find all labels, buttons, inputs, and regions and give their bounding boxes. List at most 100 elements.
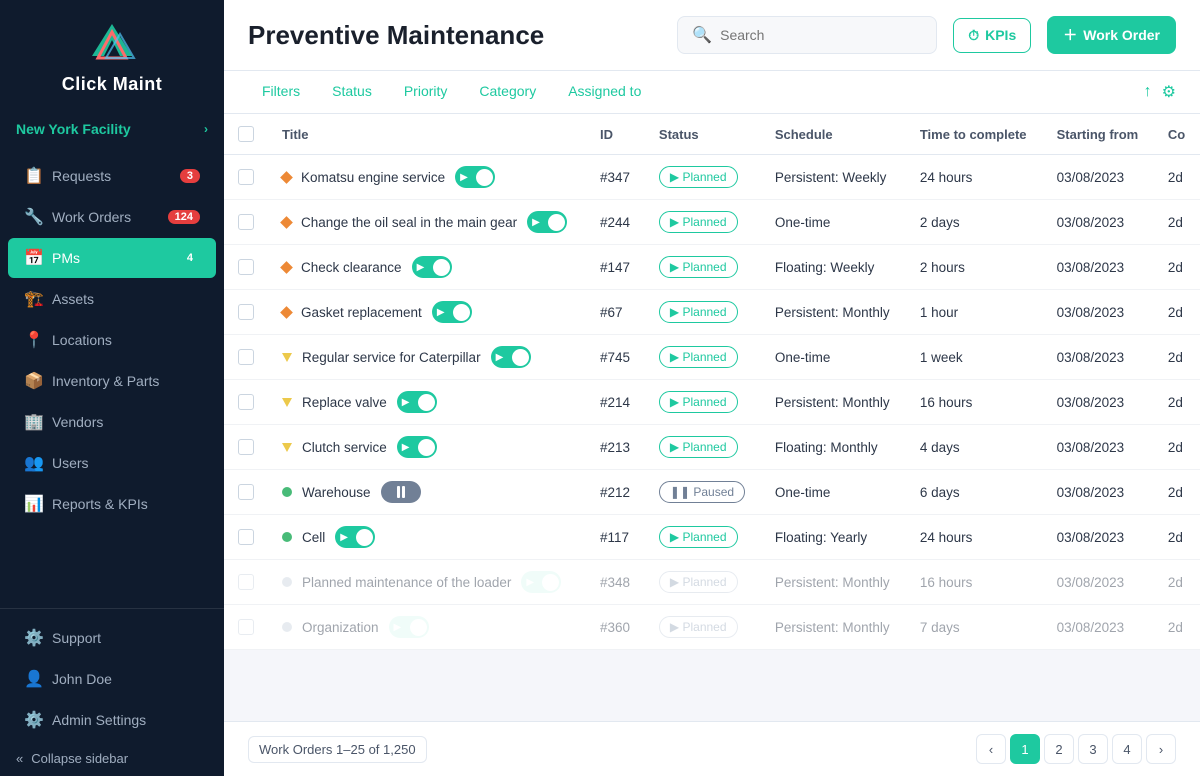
row-starting: 03/08/2023 — [1043, 335, 1154, 380]
sidebar-item-user[interactable]: 👤 John Doe — [8, 659, 216, 699]
table-row: Gasket replacement▶#67▶ PlannedPersisten… — [224, 290, 1200, 335]
avatar: 👤 — [24, 669, 42, 689]
row-title: Change the oil seal in the main gear — [301, 215, 517, 230]
settings-icon[interactable]: ⚙ — [1162, 82, 1176, 102]
pm-toggle[interactable]: ▶ — [527, 211, 567, 233]
status-badge: ▶ Planned — [659, 526, 738, 548]
reports-icon: 📊 — [24, 494, 42, 514]
sidebar-item-inventory[interactable]: 📦 Inventory & Parts — [8, 361, 216, 401]
play-icon: ▶ — [460, 172, 468, 183]
filter-status[interactable]: Status — [318, 71, 386, 113]
filter-assigned-to[interactable]: Assigned to — [554, 71, 655, 113]
pm-toggle[interactable]: ▶ — [521, 571, 561, 593]
page-1-button[interactable]: 1 — [1010, 734, 1040, 764]
row-time: 24 hours — [906, 515, 1043, 560]
sidebar-item-locations[interactable]: 📍 Locations — [8, 320, 216, 360]
row-title: Komatsu engine service — [301, 170, 445, 185]
row-checkbox[interactable] — [238, 259, 254, 275]
work-orders-badge: 124 — [168, 210, 200, 224]
sidebar-item-pms[interactable]: 📅 PMs 4 — [8, 238, 216, 278]
page-3-button[interactable]: 3 — [1078, 734, 1108, 764]
work-orders-icon: 🔧 — [24, 207, 42, 227]
row-starting: 03/08/2023 — [1043, 200, 1154, 245]
kpi-button[interactable]: ⏱ KPIs — [953, 18, 1031, 53]
pm-toggle[interactable]: ▶ — [335, 526, 375, 548]
row-checkbox[interactable] — [238, 349, 254, 365]
pm-toggle[interactable]: ▶ — [397, 436, 437, 458]
sidebar-item-users[interactable]: 👥 Users — [8, 443, 216, 483]
row-co: 2d — [1154, 245, 1200, 290]
row-checkbox[interactable] — [238, 439, 254, 455]
pm-toggle[interactable]: ▶ — [389, 616, 429, 638]
filters-bar: Filters Status Priority Category Assigne… — [224, 71, 1200, 114]
sidebar-item-reports[interactable]: 📊 Reports & KPIs — [8, 484, 216, 524]
status-badge: ▶ Planned — [659, 571, 738, 593]
filter-filters[interactable]: Filters — [248, 71, 314, 113]
row-id: #67 — [586, 290, 645, 335]
pm-toggle[interactable]: ▶ — [397, 391, 437, 413]
select-all-checkbox[interactable] — [238, 126, 254, 142]
row-title: Replace valve — [302, 395, 387, 410]
work-order-button[interactable]: ＋ Work Order — [1047, 16, 1176, 54]
page-2-button[interactable]: 2 — [1044, 734, 1074, 764]
next-page-button[interactable]: › — [1146, 734, 1176, 764]
pm-toggle[interactable]: ▶ — [432, 301, 472, 323]
facility-selector[interactable]: New York Facility › — [0, 111, 224, 147]
pm-toggle[interactable]: ▶ — [455, 166, 495, 188]
priority-indicator — [282, 398, 292, 407]
page-4-button[interactable]: 4 — [1112, 734, 1142, 764]
status-badge: ▶ Planned — [659, 166, 738, 188]
sidebar-item-label: Reports & KPIs — [52, 496, 148, 512]
row-id: #213 — [586, 425, 645, 470]
row-checkbox[interactable] — [238, 619, 254, 635]
status-badge: ▶ Planned — [659, 256, 738, 278]
filter-category[interactable]: Category — [465, 71, 550, 113]
sidebar-item-label: Assets — [52, 291, 94, 307]
prev-page-button[interactable]: ‹ — [976, 734, 1006, 764]
row-checkbox[interactable] — [238, 484, 254, 500]
priority-indicator — [280, 261, 293, 274]
row-title-cell: Cell ▶ — [268, 515, 586, 560]
sidebar-item-label: Vendors — [52, 414, 103, 430]
users-icon: 👥 — [24, 453, 42, 473]
pm-toggle[interactable] — [381, 481, 421, 503]
row-checkbox[interactable] — [238, 394, 254, 410]
pm-toggle[interactable]: ▶ — [412, 256, 452, 278]
sidebar-item-requests[interactable]: 📋 Requests 3 — [8, 156, 216, 196]
row-co: 2d — [1154, 605, 1200, 650]
status-badge: ▶ Planned — [659, 346, 738, 368]
chevron-right-icon: › — [204, 122, 208, 136]
row-checkbox[interactable] — [238, 214, 254, 230]
play-icon: ▶ — [532, 217, 540, 228]
pagination: ‹ 1 2 3 4 › — [976, 734, 1176, 764]
sidebar-item-work-orders[interactable]: 🔧 Work Orders 124 — [8, 197, 216, 237]
pm-toggle[interactable]: ▶ — [491, 346, 531, 368]
row-checkbox[interactable] — [238, 529, 254, 545]
sidebar-item-assets[interactable]: 🏗️ Assets — [8, 279, 216, 319]
sidebar-item-vendors[interactable]: 🏢 Vendors — [8, 402, 216, 442]
row-status: ▶ Planned — [645, 200, 761, 245]
row-checkbox[interactable] — [238, 169, 254, 185]
row-starting: 03/08/2023 — [1043, 515, 1154, 560]
pms-badge: 4 — [180, 251, 200, 265]
row-status: ▶ Planned — [645, 560, 761, 605]
row-checkbox[interactable] — [238, 574, 254, 590]
sidebar-item-label: Support — [52, 630, 101, 646]
search-bar[interactable]: 🔍 — [677, 16, 937, 54]
requests-icon: 📋 — [24, 166, 42, 186]
row-title: Cell — [302, 530, 325, 545]
priority-indicator — [280, 171, 293, 184]
sidebar-item-support[interactable]: ⚙️ Support — [8, 618, 216, 658]
search-input[interactable] — [720, 27, 922, 43]
status-badge: ▶ Planned — [659, 436, 738, 458]
pms-icon: 📅 — [24, 248, 42, 268]
filter-priority[interactable]: Priority — [390, 71, 462, 113]
sidebar-item-admin[interactable]: ⚙️ Admin Settings — [8, 700, 216, 740]
row-checkbox[interactable] — [238, 304, 254, 320]
row-time: 6 days — [906, 470, 1043, 515]
logo-text: Click Maint — [62, 74, 163, 95]
export-icon[interactable]: ↑ — [1144, 83, 1152, 101]
row-title: Planned maintenance of the loader — [302, 575, 511, 590]
collapse-sidebar-button[interactable]: « Collapse sidebar — [0, 741, 224, 776]
table-row: Planned maintenance of the loader▶#348▶ … — [224, 560, 1200, 605]
